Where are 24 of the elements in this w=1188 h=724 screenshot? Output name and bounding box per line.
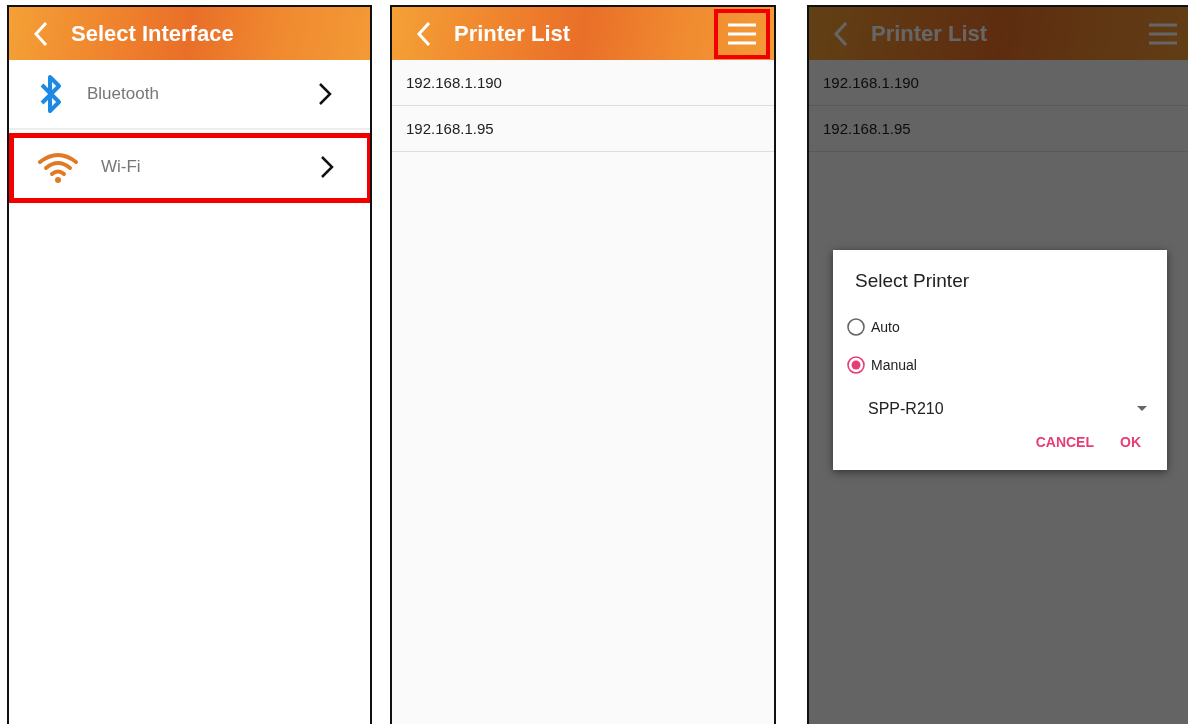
printer-item[interactable]: 192.168.1.190 [392, 60, 774, 106]
back-icon[interactable] [833, 20, 849, 47]
back-icon[interactable] [416, 20, 432, 47]
dialog-button[interactable]: CANCEL [1027, 428, 1102, 456]
printer-item[interactable]: 192.168.1.95 [392, 106, 774, 152]
interface-item[interactable]: Wi-Fi [9, 133, 370, 203]
dialog-title: Select Printer [855, 270, 971, 292]
wifi-icon [37, 151, 79, 183]
printer-dropdown[interactable]: SPP-R210 [868, 392, 1147, 426]
menu-icon [1148, 22, 1178, 45]
radio-option[interactable]: Auto [847, 308, 900, 346]
screen-title: Select Interface [71, 20, 234, 47]
chevron-right-icon [320, 155, 334, 179]
radio-option[interactable]: Manual [847, 346, 917, 384]
printer-item[interactable]: 192.168.1.190 [809, 60, 1188, 106]
menu-button[interactable] [714, 8, 770, 59]
printer-item[interactable]: 192.168.1.95 [809, 106, 1188, 152]
screen-title: Printer List [871, 20, 988, 47]
menu-icon [727, 22, 757, 45]
screen-title: Printer List [454, 20, 571, 47]
back-icon[interactable] [33, 20, 49, 47]
chevron-right-icon [318, 82, 332, 106]
dropdown-arrow-icon [1137, 406, 1147, 412]
dialog-button[interactable]: OK [1112, 428, 1149, 456]
